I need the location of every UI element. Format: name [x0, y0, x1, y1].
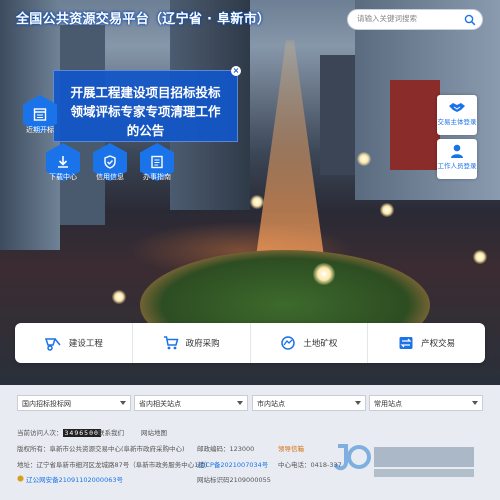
hex-nav-guide[interactable]: 办事指南	[140, 143, 174, 181]
copyright-text: 版权所有：阜新市公共资源交易中心(阜新市政府采购中心)	[17, 445, 185, 453]
hex-nav-credit[interactable]: 信用信息	[93, 143, 127, 181]
handshake-icon	[449, 103, 465, 112]
service-land-mining[interactable]: 土地矿权	[251, 323, 369, 363]
street-lamp	[473, 250, 487, 264]
visitor-counter: 当前访问人次： 3496500	[17, 427, 101, 437]
select-value: 国内招标投标网	[22, 400, 71, 408]
wheelbarrow-icon	[44, 338, 61, 351]
select-city-sites[interactable]: 市内站点	[252, 395, 366, 411]
select-value: 常用站点	[374, 400, 402, 408]
visitor-count: 3496500	[62, 429, 101, 437]
staff-login-button[interactable]: 工作人员登录	[437, 139, 477, 179]
search-input[interactable]	[357, 14, 465, 23]
hex-nav-label: 办事指南	[143, 173, 171, 181]
select-value: 省内相关站点	[139, 400, 181, 408]
hex-nav-recent-bids[interactable]: 近期开标	[23, 95, 57, 134]
sitemap-link[interactable]: 网站地图	[141, 427, 167, 437]
service-label: 产权交易	[421, 339, 456, 349]
side-button-label: 工作人员登录	[437, 162, 477, 170]
hex-nav-label: 近期开标	[26, 126, 54, 134]
service-procurement[interactable]: 政府采购	[133, 323, 251, 363]
site-id-text: 网站标识码2109000055	[197, 476, 271, 484]
chevron-down-icon	[237, 401, 243, 405]
search-icon[interactable]	[464, 14, 476, 26]
service-construction[interactable]: 建设工程	[15, 323, 133, 363]
service-label: 政府采购	[185, 339, 220, 349]
address-text: 地址：辽宁省阜新市细河区龙城路87号（阜新市政务服务中心1楼）	[17, 461, 212, 469]
select-national-sites[interactable]: 国内招标投标网	[17, 395, 131, 411]
notice-title-line2[interactable]: 领域评标专家专项清理工作的公告	[66, 102, 225, 140]
land-icon	[281, 336, 296, 350]
building	[390, 80, 440, 170]
contact-link[interactable]: 联系我们	[98, 427, 124, 437]
postcode-text: 邮政编码：123000	[197, 445, 255, 453]
service-label: 土地矿权	[303, 339, 338, 349]
service-label: 建设工程	[68, 339, 103, 349]
search-box[interactable]	[347, 9, 483, 30]
chevron-down-icon	[120, 401, 126, 405]
watermark-logo	[334, 444, 474, 477]
select-province-sites[interactable]: 省内相关站点	[134, 395, 248, 411]
side-button-label: 交易主体登录	[437, 118, 477, 126]
exchange-icon	[399, 337, 413, 349]
fountain-light	[313, 263, 335, 285]
police-record-link[interactable]: 辽公网安备21091102000063号	[17, 474, 123, 484]
hex-nav-download[interactable]: 下载中心	[46, 143, 80, 181]
service-category-bar: 建设工程 政府采购 土地矿权 产权交易	[15, 323, 485, 363]
chevron-down-icon	[472, 401, 478, 405]
street-lamp	[357, 152, 371, 166]
police-record-text[interactable]: 辽公网安备21091102000063号	[26, 476, 123, 484]
site-title: 全国公共资源交易平台（辽宁省 · 阜新市）	[16, 12, 271, 27]
police-badge-icon	[17, 475, 24, 482]
notice-popup[interactable]: 开展工程建设项目招标投标 领域评标专家专项清理工作的公告 ×	[53, 66, 241, 142]
service-property-rights[interactable]: 产权交易	[368, 323, 485, 363]
street-lamp	[112, 290, 126, 304]
select-value: 市内站点	[257, 400, 285, 408]
entity-login-button[interactable]: 交易主体登录	[437, 95, 477, 135]
chevron-down-icon	[355, 401, 361, 405]
close-icon[interactable]: ×	[231, 66, 241, 76]
leader-mailbox-link[interactable]: 领导信箱	[278, 443, 304, 453]
building	[320, 55, 355, 175]
street-lamp	[380, 203, 394, 217]
icp-link[interactable]: 辽ICP备2021007034号	[197, 459, 268, 469]
person-icon	[451, 144, 463, 158]
select-common-sites[interactable]: 常用站点	[369, 395, 483, 411]
street-lamp	[250, 195, 264, 209]
cart-icon	[163, 336, 179, 350]
visitor-label: 当前访问人次：	[17, 429, 63, 437]
notice-title-line1[interactable]: 开展工程建设项目招标投标	[66, 83, 225, 102]
